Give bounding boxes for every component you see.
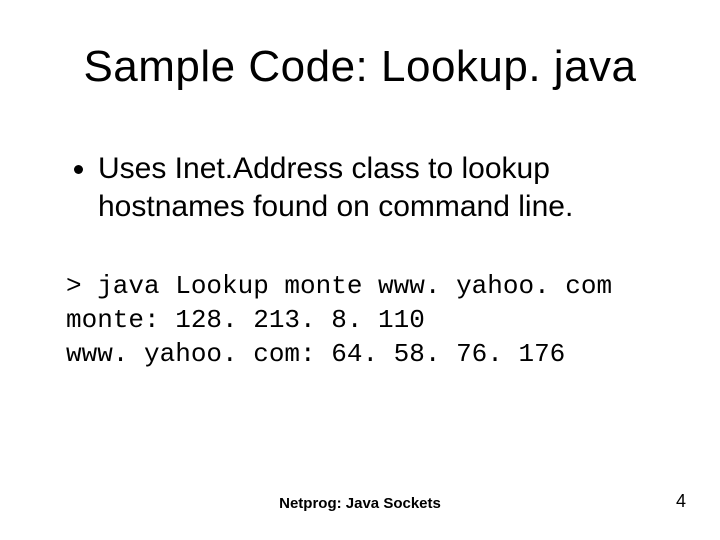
code-block: > java Lookup monte www. yahoo. com mont… xyxy=(66,270,660,371)
bullet-list: Uses Inet.Address class to lookup hostna… xyxy=(70,150,660,225)
footer-center: Netprog: Java Sockets xyxy=(0,495,720,512)
code-line-3: www. yahoo. com: 64. 58. 76. 176 xyxy=(66,339,565,369)
slide-title: Sample Code: Lookup. java xyxy=(0,42,720,92)
slide: Sample Code: Lookup. java Uses Inet.Addr… xyxy=(0,0,720,540)
bullet-item: Uses Inet.Address class to lookup hostna… xyxy=(98,150,660,225)
code-line-1: > java Lookup monte www. yahoo. com xyxy=(66,271,612,301)
page-number: 4 xyxy=(676,491,686,512)
code-line-2: monte: 128. 213. 8. 110 xyxy=(66,305,425,335)
